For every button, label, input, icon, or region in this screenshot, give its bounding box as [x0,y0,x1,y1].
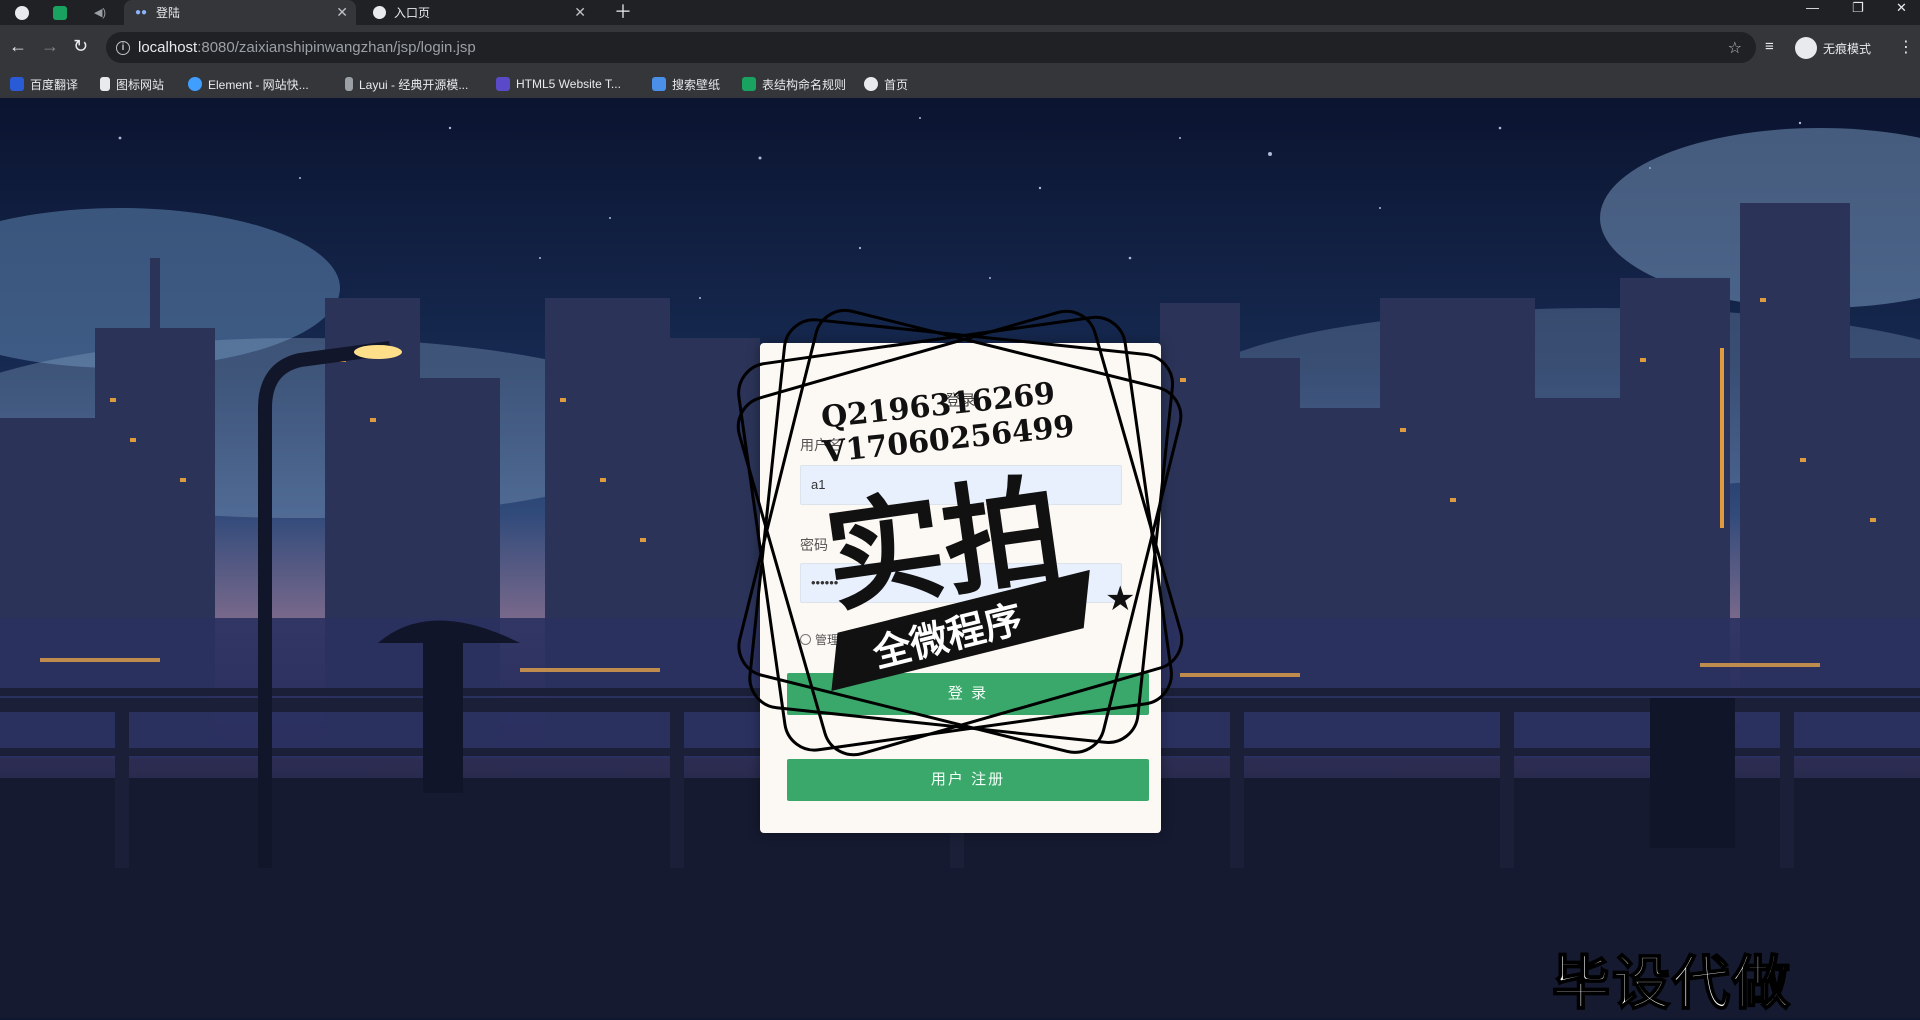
pinned-tab-audio[interactable]: ◀) [86,0,114,25]
role-label-admin: 管理员 [815,633,852,647]
bookmark-item[interactable]: Element - 网站快... [188,70,309,98]
flag-icon [100,77,110,91]
role-radio-group: 管理员 [800,631,876,648]
incognito-label: 无痕模式 [1823,41,1872,56]
new-tab-button[interactable]: ＋ [614,0,632,25]
browser-toolbar: ← → ↻ i localhost:8080/zaixianshipinwang… [0,25,1920,70]
element-icon [188,77,202,91]
close-tab-icon[interactable]: ✕ [574,4,586,21]
register-button[interactable]: 用户 注册 [787,759,1149,801]
pinned-tab-globe[interactable] [8,0,36,25]
tab-entry[interactable]: 入口页 ✕ [362,0,594,25]
back-icon[interactable]: ← [9,36,27,56]
pinned-tab-sheet[interactable] [46,0,74,25]
bookmark-item[interactable]: 搜索壁纸 [652,70,720,98]
forward-icon[interactable]: → [41,36,59,56]
username-input[interactable]: a1 [800,465,1122,505]
role-radio-other[interactable] [861,634,873,645]
tab-label: 入口页 [394,6,431,20]
username-label: 用户名 [800,437,842,453]
browser-menu-icon[interactable]: ⋮ [1898,37,1914,57]
bookmark-item[interactable]: 图标网站 [100,70,164,98]
password-label: 密码 [800,537,828,553]
translate-icon [10,77,24,91]
html5-icon [496,77,510,91]
login-title: 登录 [945,392,976,409]
incognito-indicator[interactable]: 无痕模式 [1795,37,1871,59]
bookmark-item[interactable]: 首页 [864,70,908,98]
reload-icon[interactable]: ↻ [73,36,88,56]
bookmark-item[interactable]: HTML5 Website T... [496,70,621,98]
login-card: 登录 用户名 a1 密码 •••••• 管理员 登 录 用户 注册 [760,343,1161,833]
corner-watermark: 毕设代做 [1551,948,1793,1018]
incognito-avatar-icon [1795,37,1817,59]
globe-icon [372,6,386,20]
bookmark-item[interactable]: Layui - 经典开源模... [345,70,468,98]
bookmark-item[interactable]: 百度翻译 [10,70,78,98]
close-tab-icon[interactable]: ✕ [336,4,348,21]
bookmark-item[interactable]: 表结构命名规则 [742,70,846,98]
layui-icon [345,77,353,91]
bookmarks-bar: 百度翻译 图标网站 Element - 网站快... Layui - 经典开源模… [0,70,1920,99]
sheet-icon [742,77,756,91]
tab-label: 登陆 [156,6,181,20]
globe-icon [15,5,29,20]
speaker-icon: ◀) [93,7,107,19]
role-radio-admin[interactable] [800,634,811,645]
tab-strip: ◀) ●● 登陆 ✕ 入口页 ✕ ＋ — ❐ ✕ [0,0,1920,25]
loading-dots-icon: ●● [134,7,148,18]
globe-icon [864,77,878,91]
password-input[interactable]: •••••• [800,563,1122,603]
close-window-button[interactable]: ✕ [1896,0,1907,20]
tab-login[interactable]: ●● 登陆 ✕ [124,0,356,25]
address-bar[interactable]: i localhost:8080/zaixianshipinwangzhan/j… [106,32,1756,63]
url-text[interactable]: localhost:8080/zaixianshipinwangzhan/jsp… [138,39,476,56]
sheet-icon [53,5,67,20]
site-info-icon[interactable]: i [116,40,130,55]
restore-button[interactable]: ❐ [1852,0,1864,20]
bookmark-star-icon[interactable]: ☆ [1728,38,1742,58]
reading-list-icon[interactable]: ≡ [1765,38,1774,55]
minimize-button[interactable]: — [1806,0,1819,20]
login-button[interactable]: 登 录 [787,673,1149,715]
wallpaper-icon [652,77,666,91]
